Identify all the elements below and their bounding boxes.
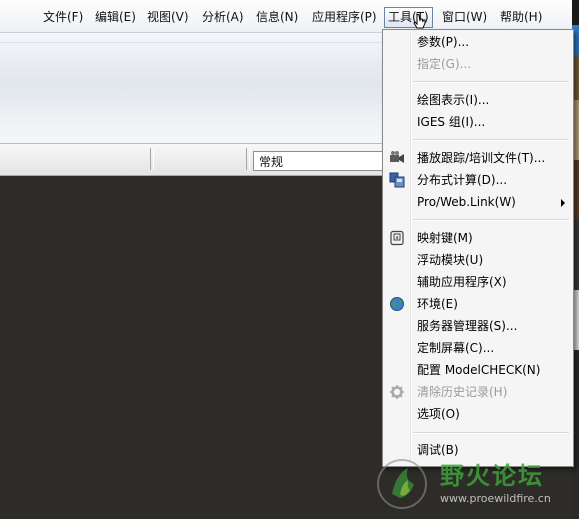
desktop-strip: [572, 0, 579, 25]
menu-item-label: 选项(O): [417, 407, 460, 421]
mouse-cursor-icon: [413, 13, 426, 29]
menu-item-label: Pro/Web.Link(W): [417, 195, 516, 209]
menu-item-label: 辅助应用程序(X): [417, 275, 507, 289]
menu-help[interactable]: 帮助(H): [500, 9, 542, 26]
menu-item-customize-screen[interactable]: 定制屏幕(C)...: [385, 337, 571, 359]
menu-window[interactable]: 窗口(W): [442, 9, 487, 26]
menu-item-parameters[interactable]: 参数(P)...: [385, 31, 571, 53]
menu-item-distributed-computing[interactable]: 分布式计算(D)...: [385, 169, 571, 191]
filter-combo[interactable]: 常规: [253, 151, 390, 171]
watermark-logo-icon: [377, 459, 427, 509]
watermark-title: 野火论坛: [440, 461, 544, 490]
menu-item-drawing-representation[interactable]: 绘图表示(I)...: [385, 89, 571, 111]
menu-item-label: 映射键(M): [417, 231, 473, 245]
menu-view[interactable]: 视图(V): [147, 9, 189, 26]
menu-file[interactable]: 文件(F): [43, 9, 83, 26]
menu-item-label: 参数(P)...: [417, 35, 470, 49]
mapkey-icon: a: [390, 230, 404, 246]
menu-item-playback-trail[interactable]: 播放跟踪/培训文件(T)...: [385, 147, 571, 169]
menu-item-configure-modelcheck[interactable]: 配置 ModelCHECK(N): [385, 359, 571, 381]
tools-menu: 参数(P)... 指定(G)... 绘图表示(I)... IGES 组(I)..…: [382, 29, 574, 467]
menu-item-label: 环境(E): [417, 297, 458, 311]
menu-item-server-registry[interactable]: 服务器管理器(S)...: [385, 315, 571, 337]
svg-text:a: a: [395, 235, 398, 241]
menu-item-pro-weblink[interactable]: Pro/Web.Link(W): [385, 191, 571, 213]
menu-item-label: 浮动模块(U): [417, 253, 484, 267]
menu-separator: [413, 219, 569, 221]
menu-item-options[interactable]: 选项(O): [385, 403, 571, 425]
menu-item-label: 分布式计算(D)...: [417, 173, 508, 187]
menu-applications[interactable]: 应用程序(P): [312, 9, 377, 26]
menu-analysis[interactable]: 分析(A): [202, 9, 244, 26]
watermark: 野火论坛 www.proewildfire.cn: [370, 452, 570, 514]
menu-item-label: 定制屏幕(C)...: [417, 341, 495, 355]
menu-item-iges-group[interactable]: IGES 组(I)...: [385, 111, 571, 133]
menu-item-environment[interactable]: 环境(E): [385, 293, 571, 315]
menu-item-label: 服务器管理器(S)...: [417, 319, 518, 333]
menu-item-auxiliary-applications[interactable]: 辅助应用程序(X): [385, 271, 571, 293]
submenu-arrow-icon: [561, 199, 565, 207]
gear-icon: [390, 385, 404, 399]
menu-item-label: IGES 组(I)...: [417, 115, 486, 129]
menu-separator: [413, 432, 569, 434]
watermark-url: www.proewildfire.cn: [440, 492, 551, 505]
menu-info[interactable]: 信息(N): [256, 9, 298, 26]
menu-item-label: 绘图表示(I)...: [417, 93, 490, 107]
menu-item-label: 播放跟踪/培训文件(T)...: [417, 151, 546, 165]
playback-camera-icon: [390, 151, 404, 163]
distributed-computing-icon: [389, 172, 405, 188]
status-separator: [246, 148, 250, 170]
menu-item-label: 配置 ModelCHECK(N): [417, 363, 541, 377]
menu-item-floating-modules[interactable]: 浮动模块(U): [385, 249, 571, 271]
menu-separator: [413, 139, 569, 141]
filter-combo-value: 常规: [259, 155, 284, 169]
menu-separator: [413, 81, 569, 83]
menu-edit[interactable]: 编辑(E): [95, 9, 136, 26]
globe-icon: [390, 297, 404, 311]
menu-item-assign: 指定(G)...: [385, 53, 571, 75]
menu-item-label: 清除历史记录(H): [417, 385, 508, 399]
status-separator: [150, 148, 154, 170]
menu-item-mapkeys[interactable]: a 映射键(M): [385, 227, 571, 249]
menu-item-clear-history: 清除历史记录(H): [385, 381, 571, 403]
menu-item-label: 指定(G)...: [417, 57, 472, 71]
